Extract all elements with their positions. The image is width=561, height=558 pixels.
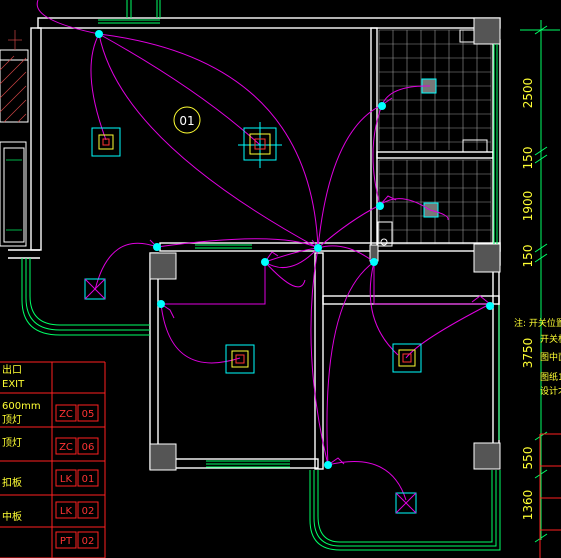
dim-1900: 1900: [521, 191, 535, 222]
legend-panel-a: 扣板: [2, 476, 22, 489]
dim-1360: 1360: [521, 490, 535, 521]
panel-light-icon: [84, 278, 106, 300]
legend-code-num: 06: [82, 442, 95, 453]
ceiling-light-icon: [225, 344, 255, 374]
panel-light-icon: [395, 492, 417, 514]
legend-size: 600mm: [2, 401, 41, 412]
legend-code-num: 01: [82, 474, 95, 485]
legend-code: ZC: [59, 409, 73, 420]
dimension-labels: 2500 150 1900 150 3750 550 1360: [521, 78, 535, 521]
legend-code: PT: [60, 536, 73, 547]
legend-exit-cn: 出口: [2, 363, 22, 376]
dim-2500: 2500: [521, 78, 535, 109]
legend-ceiling-light-a: 顶灯: [2, 414, 22, 426]
switch-leaders: [149, 97, 491, 466]
legend-code-num: 02: [82, 536, 95, 547]
legend-panel-b: 中板: [2, 510, 22, 523]
junction-points: [95, 30, 494, 469]
legend-code: LK: [60, 506, 73, 517]
note-line: 图中面: [540, 351, 561, 363]
legend-codes: ZC 05 ZC 06 LK 01 LK 02 PT 02: [59, 409, 94, 547]
room-tag-number: 01: [179, 114, 194, 128]
hatch-lines-green: [6, 159, 22, 231]
floor-plan-drawing: 01 2500 150 1900 150 3750 550 1360 注: 开关…: [0, 0, 561, 558]
note-line: 开关板: [540, 333, 561, 345]
note-line: 图纸1: [540, 371, 561, 383]
right-legend-table: [539, 433, 561, 558]
legend-code: LK: [60, 474, 73, 485]
legend-table: [0, 361, 106, 558]
legend-labels: 出口 EXIT 600mm 顶灯 顶灯 扣板 中板: [2, 363, 41, 523]
legend-code-num: 05: [82, 409, 95, 420]
ceiling-light-icon: [91, 127, 121, 157]
dim-550: 550: [521, 447, 535, 470]
hatch-lines: [0, 30, 27, 123]
dim-150-b: 150: [521, 245, 535, 268]
legend-code: ZC: [59, 442, 73, 453]
ceiling-light-large-icon: [238, 122, 282, 168]
note-line: 注: 开关位置: [514, 317, 561, 329]
room-tag: 01: [173, 106, 201, 134]
legend-ceiling-light-b: 顶灯: [2, 437, 22, 449]
dim-150-a: 150: [521, 147, 535, 170]
dim-3750: 3750: [521, 338, 535, 369]
legend-exit-en: EXIT: [2, 379, 25, 390]
legend-code-num: 02: [82, 506, 95, 517]
note-line: 设计才: [540, 385, 561, 397]
